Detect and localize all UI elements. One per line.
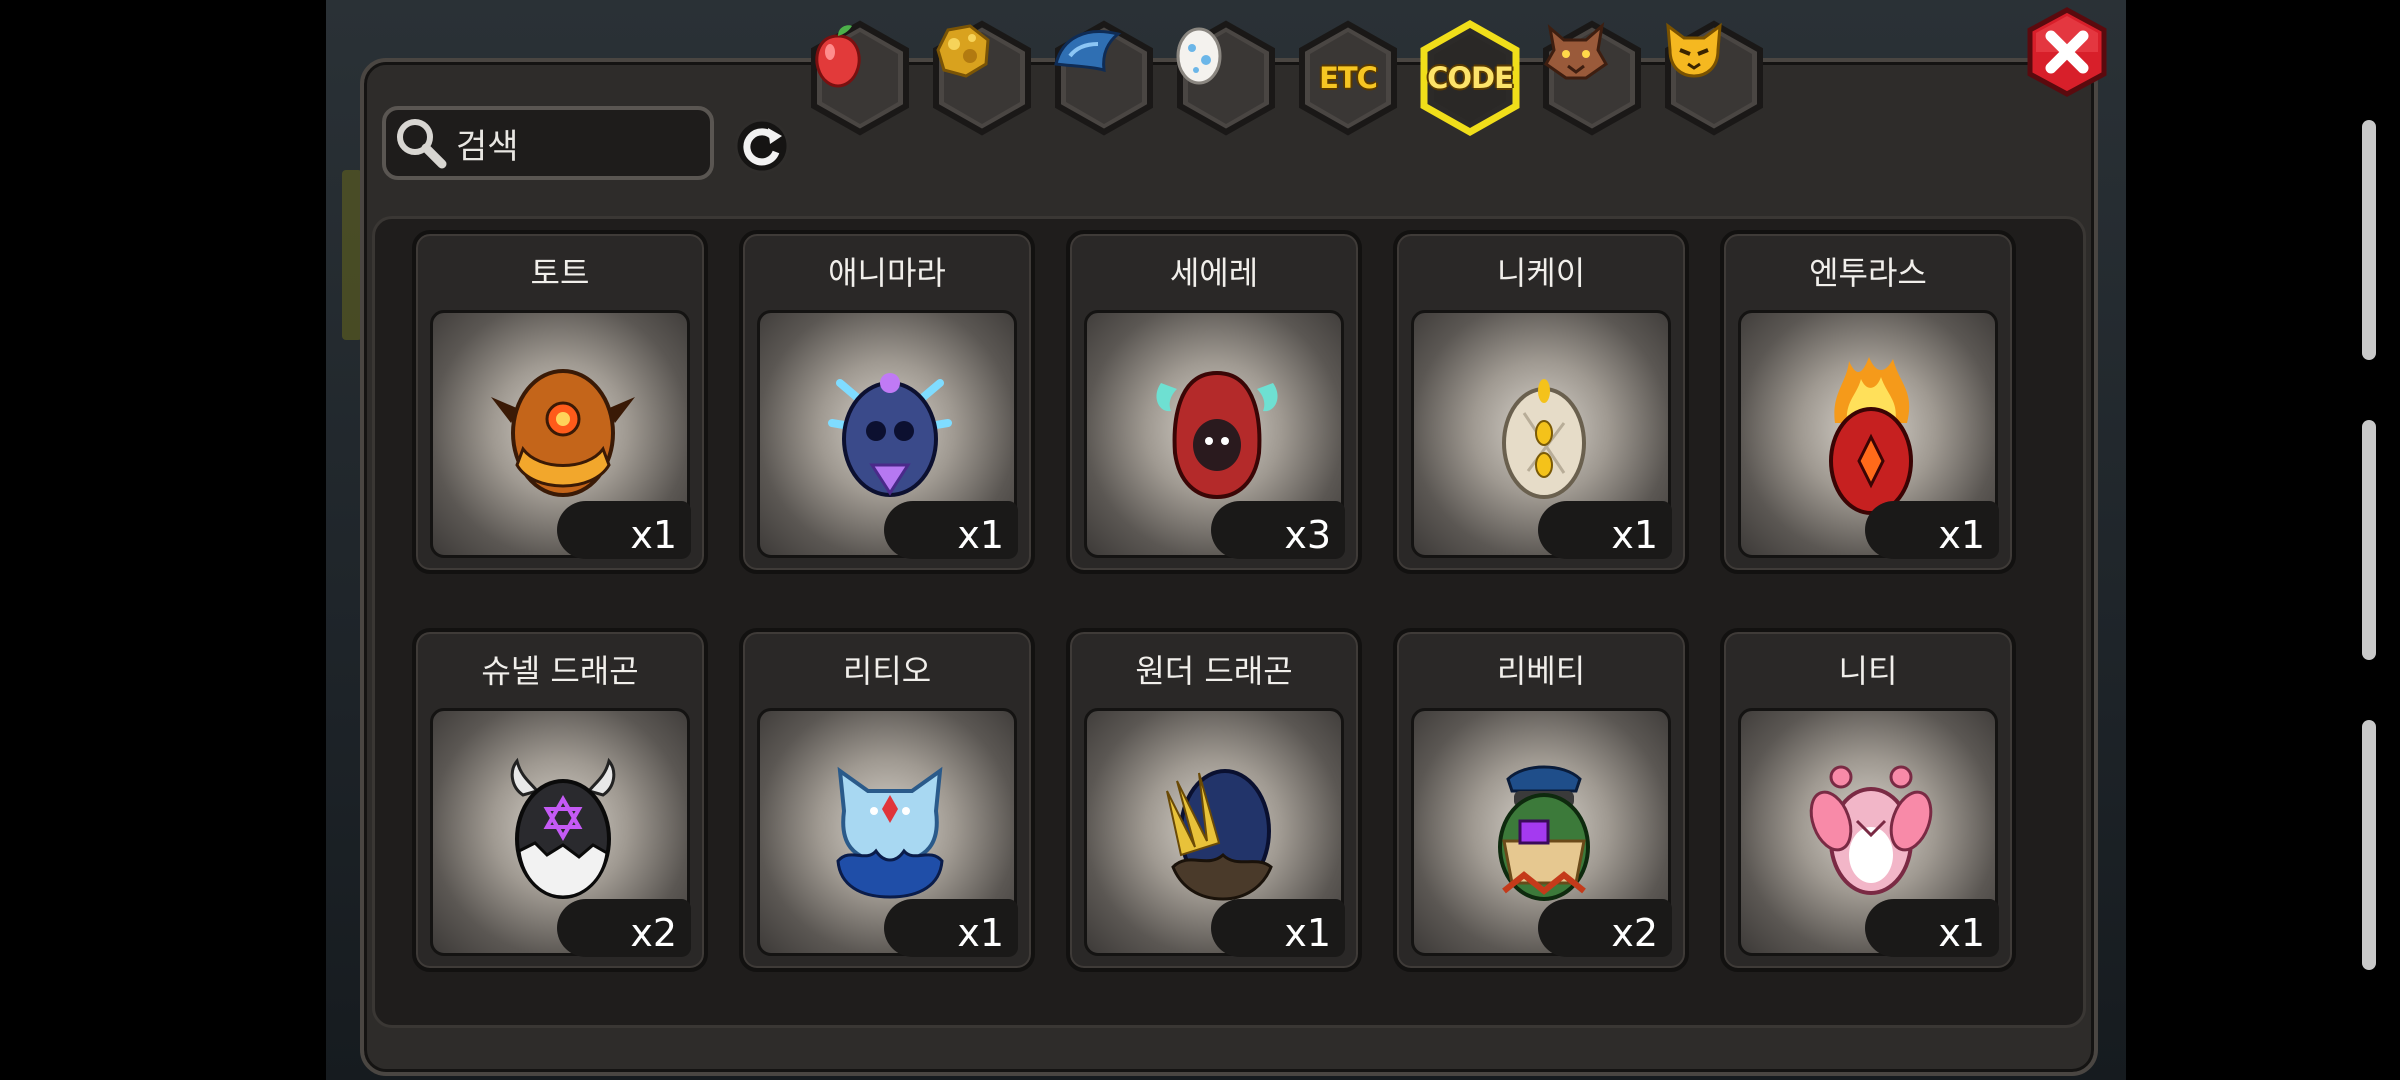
tab-emote[interactable]	[1662, 20, 1766, 136]
litio-egg-icon	[836, 766, 944, 899]
system-scrollbar-top	[2362, 120, 2376, 360]
fruit-icon	[815, 25, 861, 88]
item-name: 애니마라	[828, 254, 946, 292]
item-image-frame: x2	[430, 708, 691, 957]
close-button[interactable]	[2024, 6, 2110, 98]
quantity-badge: x1	[1865, 899, 1999, 957]
quantity-badge: x1	[884, 501, 1018, 559]
quantity-badge: x2	[1538, 899, 1672, 957]
item-card[interactable]: 니티 x1	[1720, 628, 2016, 972]
wolf-head-icon	[1544, 22, 1608, 80]
item-card[interactable]: 토트 x1	[412, 230, 708, 574]
tab-fruit[interactable]	[808, 20, 912, 136]
item-name: 원더 드래곤	[1135, 652, 1293, 690]
tab-code-label: CODE	[1427, 61, 1514, 95]
system-scrollbar-mid	[2362, 420, 2376, 660]
quantity-badge: x1	[1538, 501, 1672, 559]
enturas-egg-icon	[1829, 357, 1913, 515]
quantity-badge: x1	[1865, 501, 1999, 559]
tab-etc-label: ETC	[1319, 61, 1378, 95]
item-image-frame: x1	[1738, 310, 1999, 559]
gold-nugget-icon	[936, 24, 990, 78]
item-name: 니티	[1838, 652, 1898, 690]
item-quantity: x1	[1284, 911, 1331, 955]
refresh-button[interactable]	[730, 114, 794, 178]
item-name: 토트	[530, 254, 590, 292]
item-image-frame: x1	[430, 310, 691, 559]
egg-icon	[1176, 27, 1222, 85]
item-quantity: x3	[1284, 513, 1331, 557]
nikei-egg-icon	[1502, 379, 1586, 499]
search-icon	[386, 108, 456, 178]
tab-code[interactable]: CODE	[1418, 20, 1522, 136]
letterbox-right	[2126, 0, 2400, 1080]
item-name: 엔투라스	[1809, 254, 1927, 292]
item-card[interactable]: 슈넬 드래곤 x2	[412, 628, 708, 972]
item-card[interactable]: 리티오 x1	[739, 628, 1035, 972]
item-card[interactable]: 애니마라 x1	[739, 230, 1035, 574]
item-quantity: x2	[1611, 911, 1658, 955]
quantity-badge: x2	[557, 899, 691, 957]
item-card[interactable]: 원더 드래곤 x1	[1066, 628, 1362, 972]
item-name: 니케이	[1496, 254, 1586, 292]
item-image-frame: x1	[1738, 708, 1999, 957]
item-quantity: x1	[630, 513, 677, 557]
quantity-badge: x1	[884, 899, 1018, 957]
item-quantity: x1	[957, 911, 1004, 955]
liberty-egg-icon	[1498, 765, 1590, 901]
item-image-frame: x1	[757, 708, 1018, 957]
item-quantity: x1	[957, 513, 1004, 557]
item-image-frame: x2	[1411, 708, 1672, 957]
dragon-scale-icon	[1054, 30, 1122, 72]
tot-egg-icon	[491, 369, 635, 497]
item-name: 리베티	[1496, 652, 1586, 690]
item-name: 슈넬 드래곤	[481, 652, 639, 690]
item-card[interactable]: 리베티 x2	[1393, 628, 1689, 972]
item-image-frame: x3	[1084, 310, 1345, 559]
seere-egg-icon	[1156, 370, 1278, 500]
tab-egg[interactable]	[1174, 20, 1278, 136]
schnell-dragon-egg-icon	[510, 757, 616, 899]
item-name: 세에레	[1169, 254, 1259, 292]
quantity-badge: x3	[1211, 501, 1345, 559]
item-name: 리티오	[842, 652, 932, 690]
search-placeholder: 검색	[456, 126, 519, 167]
wonder-dragon-egg-icon	[1166, 769, 1273, 901]
quantity-badge: x1	[557, 501, 691, 559]
item-quantity: x1	[1611, 513, 1658, 557]
tab-etc[interactable]: ETC	[1296, 20, 1400, 136]
search-input[interactable]: 검색	[382, 106, 714, 180]
letterbox-left	[0, 0, 326, 1080]
tab-beast[interactable]	[1540, 20, 1644, 136]
item-quantity: x1	[1938, 513, 1985, 557]
item-card[interactable]: 엔투라스 x1	[1720, 230, 2016, 574]
system-scrollbar-bottom	[2362, 720, 2376, 970]
item-card[interactable]: 니케이 x1	[1393, 230, 1689, 574]
item-quantity: x1	[1938, 911, 1985, 955]
item-image-frame: x1	[1084, 708, 1345, 957]
item-card[interactable]: 세에레 x3	[1066, 230, 1362, 574]
item-image-frame: x1	[757, 310, 1018, 559]
niti-egg-icon	[1809, 765, 1933, 895]
item-quantity: x2	[630, 911, 677, 955]
cat-face-icon	[1666, 22, 1722, 78]
refresh-icon	[734, 118, 790, 174]
quantity-badge: x1	[1211, 899, 1345, 957]
animara-egg-icon	[828, 373, 952, 497]
tab-gold[interactable]	[930, 20, 1034, 136]
tab-scale[interactable]	[1052, 20, 1156, 136]
item-image-frame: x1	[1411, 310, 1672, 559]
close-icon	[2027, 7, 2107, 97]
